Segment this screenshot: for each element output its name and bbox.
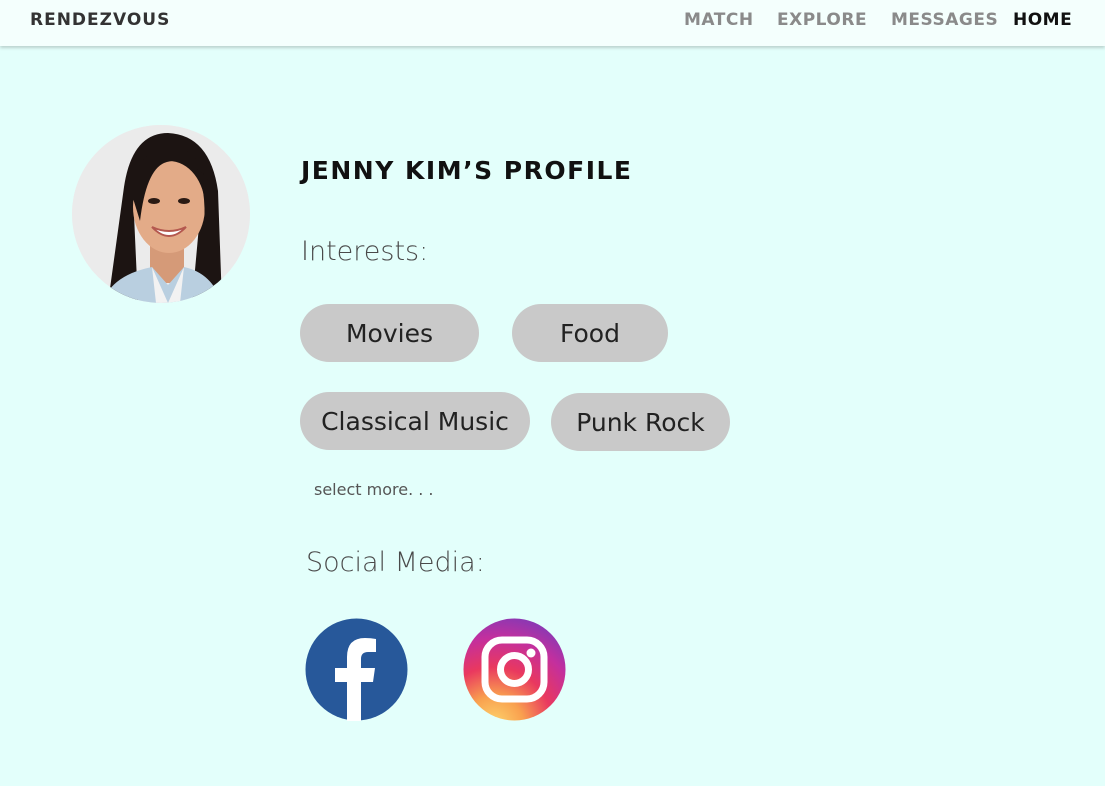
navbar: RENDEZVOUS MATCH EXPLORE MESSAGES HOME (0, 0, 1105, 46)
interests-label: Interests: (301, 236, 429, 267)
interest-tag-food[interactable]: Food (512, 304, 668, 362)
nav-home[interactable]: HOME (1013, 10, 1072, 30)
interest-tag-classical-music[interactable]: Classical Music (300, 392, 530, 450)
select-more-link[interactable]: select more. . . (314, 480, 434, 499)
page-title: JENNY KIM’S PROFILE (301, 156, 633, 185)
interest-tag-punk-rock[interactable]: Punk Rock (551, 393, 730, 451)
facebook-icon[interactable] (305, 618, 408, 721)
social-media-label: Social Media: (306, 547, 485, 578)
nav-match[interactable]: MATCH (684, 10, 754, 30)
instagram-icon[interactable] (463, 618, 566, 721)
interest-tag-movies[interactable]: Movies (300, 304, 479, 362)
brand-logo[interactable]: RENDEZVOUS (30, 10, 170, 30)
nav-messages[interactable]: MESSAGES (891, 10, 998, 30)
avatar (72, 125, 250, 303)
nav-explore[interactable]: EXPLORE (777, 10, 867, 30)
profile-photo (72, 125, 250, 303)
